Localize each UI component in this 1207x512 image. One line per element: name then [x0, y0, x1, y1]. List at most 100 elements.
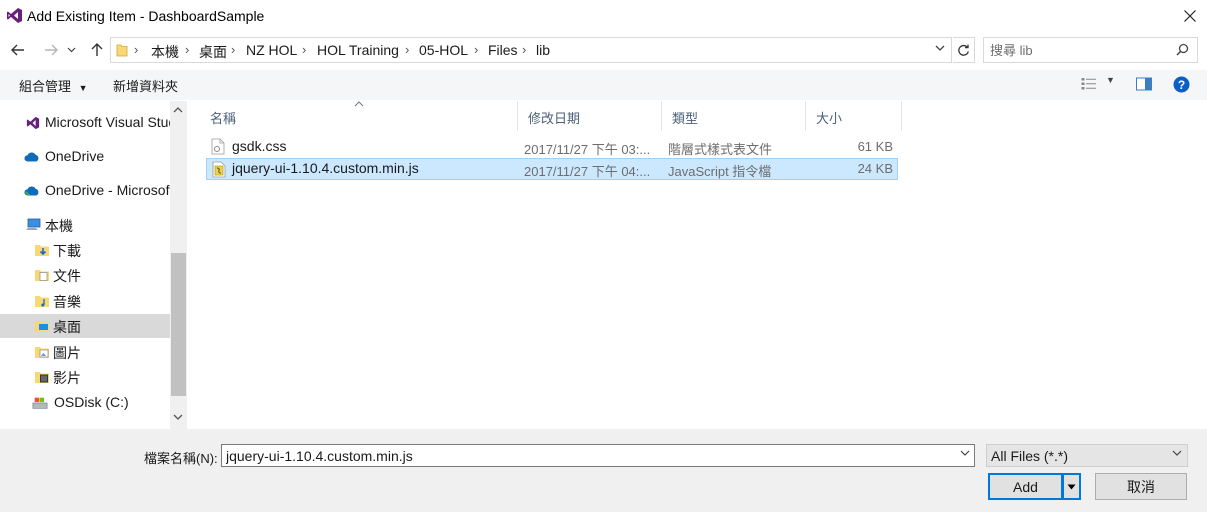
scrollbar-thumb[interactable]	[171, 253, 186, 396]
breadcrumb-separator: ›	[185, 42, 190, 57]
address-bar[interactable]: › 本機 › 桌面 › NZ HOL › HOL Training › 05-H…	[110, 37, 952, 63]
search-box[interactable]	[983, 37, 1198, 63]
filter-dropdown-button[interactable]	[1172, 448, 1182, 460]
breadcrumb-hol-training[interactable]: HOL Training	[317, 42, 399, 58]
sidebar-item-label: OneDrive	[45, 148, 105, 164]
scroll-down-icon[interactable]	[173, 413, 183, 424]
arrow-left-icon	[11, 44, 24, 56]
sidebar-item-label: 音樂	[53, 294, 81, 310]
sidebar-item-documents[interactable]: 文件	[0, 263, 170, 287]
cloud-icon	[24, 186, 39, 197]
arrow-up-icon	[91, 43, 103, 56]
drive-icon	[32, 397, 48, 409]
column-header-size[interactable]: 大小	[806, 101, 902, 131]
add-options-dropdown-button[interactable]	[1063, 473, 1081, 500]
column-header-name[interactable]: 名稱	[200, 101, 518, 131]
sidebar-item-label: 本機	[45, 218, 73, 234]
command-toolbar: 組合管理 ▼ 新增資料夾 ▼ ?	[0, 70, 1207, 100]
navigation-scrollbar[interactable]	[170, 101, 187, 429]
sidebar-item-visual-studio[interactable]: Microsoft Visual Studio	[0, 111, 170, 135]
documents-folder-icon	[35, 270, 49, 281]
arrow-right-icon	[45, 44, 58, 56]
sidebar-item-osdisk[interactable]: OSDisk (C:)	[0, 391, 170, 415]
pictures-folder-icon	[35, 347, 49, 358]
navigation-pane: Microsoft Visual Studio OneDrive OneDriv…	[0, 101, 187, 429]
visual-studio-icon	[26, 116, 40, 130]
sidebar-item-label: OneDrive - Microsoft	[45, 182, 170, 198]
address-dropdown-button[interactable]	[935, 41, 945, 55]
file-row[interactable]: gsdk.css 2017/11/27 下午 03:... 階層式樣式表文件 6…	[206, 136, 898, 158]
caret-down-icon	[1067, 484, 1076, 489]
scroll-up-icon[interactable]	[173, 105, 183, 116]
close-icon	[1184, 10, 1196, 22]
refresh-icon	[958, 44, 969, 56]
organize-label: 組合管理	[19, 79, 72, 94]
column-header-modified[interactable]: 修改日期	[518, 101, 662, 131]
file-row-selected[interactable]: jquery-ui-1.10.4.custom.min.js 2017/11/2…	[206, 158, 898, 180]
download-folder-icon	[35, 245, 49, 256]
file-type: 階層式樣式表文件	[668, 142, 773, 157]
back-button[interactable]	[7, 38, 29, 62]
new-folder-button[interactable]: 新增資料夾	[113, 76, 178, 95]
filename-combobox[interactable]	[221, 444, 975, 467]
file-name: gsdk.css	[232, 138, 287, 154]
forward-button[interactable]	[40, 38, 62, 62]
sidebar-item-desktop[interactable]: 桌面	[0, 314, 170, 338]
filename-dropdown-button[interactable]	[960, 448, 970, 460]
breadcrumb-separator: ›	[231, 42, 236, 57]
breadcrumb-separator: ›	[405, 42, 410, 57]
breadcrumb-separator: ›	[474, 42, 479, 57]
sidebar-item-this-pc[interactable]: 本機	[0, 213, 170, 237]
sidebar-item-label: 桌面	[53, 319, 81, 335]
window-title: Add Existing Item - DashboardSample	[27, 8, 265, 24]
sidebar-item-label: 圖片	[53, 345, 81, 361]
file-type-filter-value: All Files (*.*)	[991, 448, 1069, 464]
breadcrumb-files[interactable]: Files	[488, 42, 518, 58]
view-options-button[interactable]	[1081, 77, 1097, 94]
sidebar-item-downloads[interactable]: 下載	[0, 238, 170, 262]
sort-ascending-icon	[354, 101, 364, 107]
sidebar-item-label: 下載	[53, 243, 81, 259]
help-button[interactable]: ?	[1173, 76, 1190, 96]
file-size: 61 KB	[857, 139, 893, 154]
caret-down-icon: ▼	[78, 83, 88, 93]
file-type: JavaScript 指令檔	[668, 164, 772, 179]
cancel-button[interactable]: 取消	[1095, 473, 1187, 500]
view-dropdown-caret[interactable]: ▼	[1106, 75, 1115, 85]
breadcrumb-05-hol[interactable]: 05-HOL	[419, 42, 468, 58]
sidebar-item-music[interactable]: 音樂	[0, 289, 170, 313]
refresh-button[interactable]	[953, 37, 975, 63]
add-button[interactable]: Add	[988, 473, 1063, 500]
sidebar-item-onedrive-microsoft[interactable]: OneDrive - Microsoft	[0, 179, 170, 203]
breadcrumb-separator: ›	[134, 42, 139, 57]
preview-pane-icon	[1136, 77, 1152, 91]
cloud-icon	[24, 152, 39, 162]
breadcrumb-this-pc[interactable]: 本機	[151, 42, 179, 62]
sidebar-item-pictures[interactable]: 圖片	[0, 340, 170, 364]
column-header-type[interactable]: 類型	[662, 101, 806, 131]
recent-locations-button[interactable]	[64, 38, 78, 62]
computer-icon	[26, 218, 41, 230]
sidebar-item-label: Microsoft Visual Studio	[45, 114, 170, 130]
breadcrumb-desktop[interactable]: 桌面	[199, 42, 227, 62]
up-button[interactable]	[86, 38, 108, 62]
dialog-footer: 檔案名稱(N): All Files (*.*) Add 取消	[0, 429, 1207, 512]
sidebar-item-videos[interactable]: 影片	[0, 365, 170, 389]
js-file-icon	[212, 161, 226, 178]
sidebar-item-onedrive[interactable]: OneDrive	[0, 145, 170, 169]
sidebar-item-label: 影片	[53, 370, 81, 386]
breadcrumb-lib[interactable]: lib	[536, 42, 550, 58]
file-type-filter[interactable]: All Files (*.*)	[986, 444, 1188, 467]
organize-menu[interactable]: 組合管理 ▼	[19, 76, 88, 95]
search-input[interactable]	[990, 41, 1170, 59]
sidebar-item-label: OSDisk (C:)	[54, 394, 129, 410]
file-size: 24 KB	[857, 161, 893, 176]
breadcrumb-nz-hol[interactable]: NZ HOL	[246, 42, 297, 58]
filename-input[interactable]	[226, 447, 946, 465]
search-icon	[1176, 43, 1189, 56]
preview-pane-button[interactable]	[1136, 77, 1152, 94]
column-header-label: 大小	[816, 111, 843, 126]
chevron-down-icon	[1172, 450, 1182, 456]
svg-text:?: ?	[1178, 78, 1185, 92]
close-button[interactable]	[1173, 0, 1207, 32]
